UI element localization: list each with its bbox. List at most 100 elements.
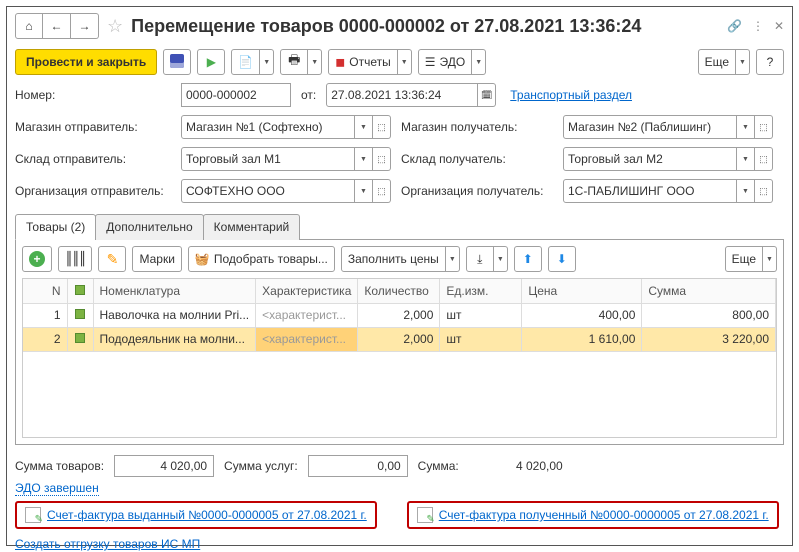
invoice-in-icon[interactable] — [417, 507, 433, 523]
tabs: Товары (2) Дополнительно Комментарий — [15, 213, 784, 240]
col-unit[interactable]: Ед.изм. — [440, 279, 522, 303]
header-mark-icon — [75, 285, 85, 295]
save-icon — [170, 54, 184, 71]
barcode-icon: ║║║ — [65, 252, 85, 267]
totals-row: Сумма товаров: 4 020,00 Сумма услуг: 0,0… — [15, 445, 784, 481]
col-nomenclature[interactable]: Номенклатура — [93, 279, 256, 303]
row-mark-icon — [75, 309, 85, 319]
col-quantity[interactable]: Количество — [358, 279, 440, 303]
table-row[interactable]: 2 Пододеяльник на молни...<характерист...… — [23, 327, 776, 351]
move-down-button[interactable]: ⬇ — [548, 246, 576, 272]
edo-group[interactable]: ☰ЭДО — [418, 49, 486, 75]
col-price[interactable]: Цена — [522, 279, 642, 303]
cell-characteristic[interactable]: <характерист... — [256, 327, 358, 351]
col-icon[interactable] — [67, 279, 93, 303]
from-label: от: — [297, 88, 320, 102]
print-group[interactable]: 🖶 — [280, 49, 322, 75]
transport-link[interactable]: Транспортный раздел — [510, 88, 632, 102]
number-field[interactable]: 0000-000002 — [181, 83, 291, 107]
fill-prices-group[interactable]: Заполнить цены — [341, 246, 460, 272]
cell-sum: 3 220,00 — [642, 327, 776, 351]
cell-nomenclature: Пододеяльник на молни... — [93, 327, 256, 351]
close-icon[interactable]: ✕ — [774, 19, 784, 33]
titlebar: ⌂ ← → ☆ Перемещение товаров 0000-000002 … — [15, 7, 784, 45]
window-title: Перемещение товаров 0000-000002 от 27.08… — [131, 16, 723, 37]
invoice-out-link[interactable]: Счет-фактура выданный №0000-0000005 от 2… — [47, 508, 367, 522]
total-sum-value: 4 020,00 — [469, 455, 569, 477]
col-n[interactable]: N — [23, 279, 67, 303]
number-label: Номер: — [15, 88, 175, 102]
print-icon: 🖶 — [288, 51, 300, 73]
edo-dropdown[interactable] — [472, 49, 486, 75]
sender-store-label: Магазин отправитель: — [15, 120, 175, 134]
import-group[interactable]: ⤓ — [466, 246, 508, 272]
tab-additional[interactable]: Дополнительно — [95, 214, 203, 240]
sender-store-field[interactable]: Магазин №1 (Софтехно) ⬚ — [181, 115, 391, 139]
goods-table[interactable]: N Номенклатура Характеристика Количество… — [22, 278, 777, 438]
create-based-on[interactable]: 📄 — [231, 49, 274, 75]
sender-org-field[interactable]: СОФТЕХНО ООО ⬚ — [181, 179, 391, 203]
date-field[interactable]: 27.08.2021 13:36:24 🗓 — [326, 83, 496, 107]
services-sum-value: 0,00 — [308, 455, 408, 477]
receiver-wh-field[interactable]: Торговый зал М2 ⬚ — [563, 147, 773, 171]
tab-comment[interactable]: Комментарий — [203, 214, 301, 240]
total-sum-label: Сумма: — [418, 459, 459, 473]
cell-nomenclature: Наволочка на молнии Pri... — [93, 303, 256, 327]
help-button[interactable]: ? — [756, 49, 784, 75]
invoice-out-box: Счет-фактура выданный №0000-0000005 от 2… — [15, 501, 377, 529]
receiver-store-field[interactable]: Магазин №2 (Паблишинг) ⬚ — [563, 115, 773, 139]
more-icon[interactable]: ⋮ — [752, 19, 764, 33]
post-and-close-button[interactable]: Провести и закрыть — [15, 49, 157, 75]
marks-button[interactable]: Марки — [132, 246, 181, 272]
edit-row-button[interactable]: ✎ — [98, 246, 126, 272]
row-warehouses: Склад отправитель: Торговый зал М1 ⬚ Скл… — [15, 143, 784, 175]
col-characteristic[interactable]: Характеристика — [256, 279, 358, 303]
create-shipment-link[interactable]: Создать отгрузку товаров ИС МП — [15, 537, 200, 551]
doc-group-icon: 📄 — [238, 55, 253, 69]
invoice-row: Счет-фактура выданный №0000-0000005 от 2… — [15, 495, 784, 529]
cell-mark — [67, 327, 93, 351]
print-dropdown[interactable] — [308, 49, 322, 75]
tab-goods[interactable]: Товары (2) — [15, 214, 96, 240]
reports-group[interactable]: ◼Отчеты — [328, 49, 411, 75]
nav-forward[interactable]: → — [71, 13, 99, 39]
edo-status-link[interactable]: ЭДО завершен — [15, 481, 99, 496]
reports-dropdown[interactable] — [398, 49, 412, 75]
invoice-out-icon[interactable] — [25, 507, 41, 523]
cell-n: 2 — [23, 327, 67, 351]
more-menu[interactable]: Еще — [698, 49, 750, 75]
table-row[interactable]: 1 Наволочка на молнии Pri...<характерист.… — [23, 303, 776, 327]
col-sum[interactable]: Сумма — [642, 279, 776, 303]
post-button[interactable]: ▶ — [197, 49, 225, 75]
arrow-down-icon: ⬇ — [557, 252, 567, 266]
create-dropdown[interactable] — [260, 49, 274, 75]
post-icon: ▶ — [207, 55, 216, 69]
cell-quantity: 2,000 — [358, 303, 440, 327]
cell-characteristic[interactable]: <характерист... — [256, 303, 358, 327]
table-more-menu[interactable]: Еще — [725, 246, 777, 272]
favorite-icon[interactable]: ☆ — [107, 16, 123, 37]
invoice-in-link[interactable]: Счет-фактура полученный №0000-0000005 от… — [439, 508, 769, 522]
pick-goods-button[interactable]: 🧺Подобрать товары... — [188, 246, 335, 272]
pencil-icon: ✎ — [107, 251, 119, 268]
cell-quantity: 2,000 — [358, 327, 440, 351]
save-button[interactable] — [163, 49, 191, 75]
add-row-button[interactable]: + — [22, 246, 52, 272]
nav-back[interactable]: ← — [43, 13, 71, 39]
move-up-button[interactable]: ⬆ — [514, 246, 542, 272]
receiver-org-field[interactable]: 1С-ПАБЛИШИНГ ООО ⬚ — [563, 179, 773, 203]
row-number: Номер: 0000-000002 от: 27.08.2021 13:36:… — [15, 79, 784, 111]
barcode-button[interactable]: ║║║ — [58, 246, 92, 272]
calendar-icon[interactable]: 🗓 — [478, 83, 496, 107]
arrow-up-icon: ⬆ — [523, 252, 533, 266]
goods-sum-label: Сумма товаров: — [15, 459, 104, 473]
sender-wh-field[interactable]: Торговый зал М1 ⬚ — [181, 147, 391, 171]
link-icon[interactable]: 🔗 — [727, 19, 742, 33]
report-icon: ◼ — [335, 55, 345, 69]
cell-unit: шт — [440, 303, 522, 327]
nav-home[interactable]: ⌂ — [15, 13, 43, 39]
goods-sum-value: 4 020,00 — [114, 455, 214, 477]
table-header: N Номенклатура Характеристика Количество… — [23, 279, 776, 303]
cell-n: 1 — [23, 303, 67, 327]
edo-icon: ☰ — [425, 55, 436, 69]
